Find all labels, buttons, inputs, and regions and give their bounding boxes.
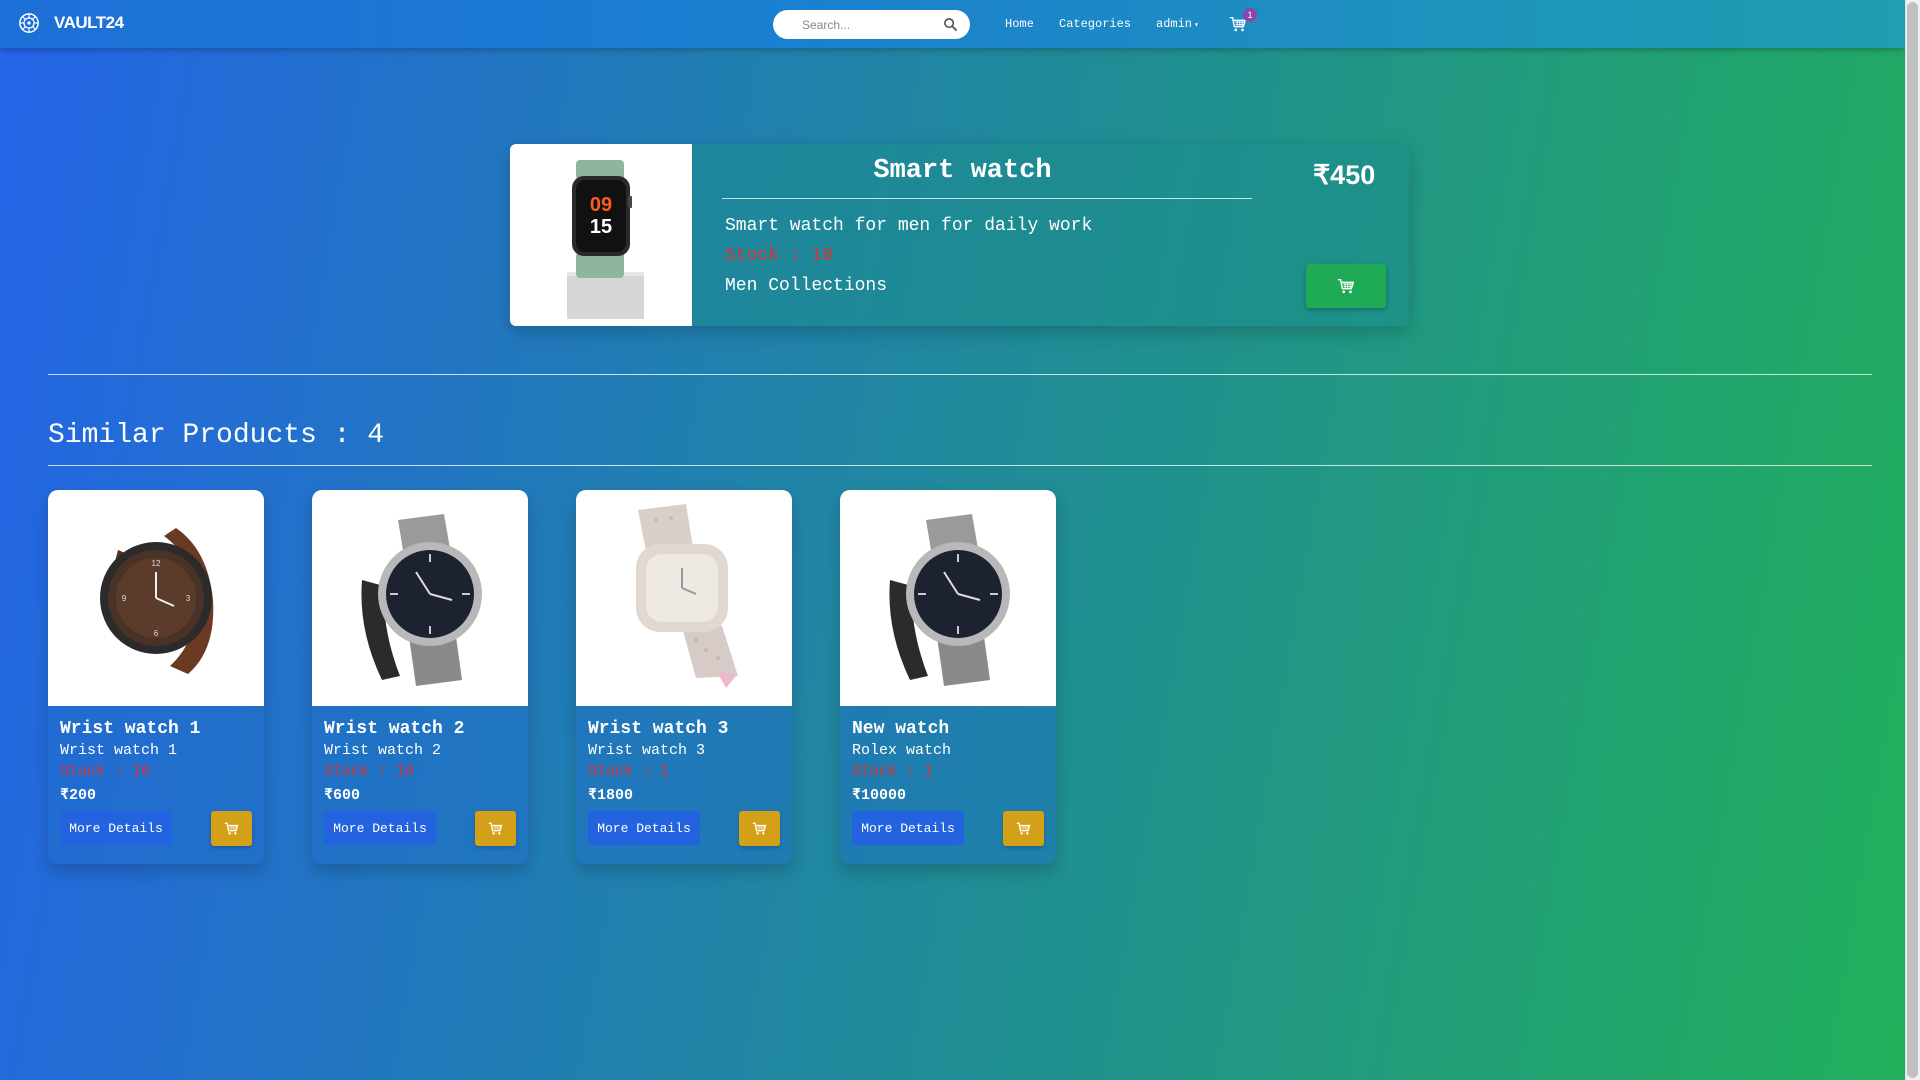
product-card-image xyxy=(576,490,792,706)
add-to-cart-button[interactable] xyxy=(211,811,252,846)
product-card-price: ₹10000 xyxy=(852,787,907,804)
svg-text:6: 6 xyxy=(154,629,159,638)
product-card-price: ₹200 xyxy=(60,787,97,804)
cart-icon xyxy=(752,822,767,835)
page-scrollbar[interactable] xyxy=(1905,0,1920,1080)
product-card-stock: Stock : 10 xyxy=(60,763,151,780)
cart-icon xyxy=(1016,822,1031,835)
add-to-cart-button[interactable] xyxy=(1306,264,1386,308)
product-card-price: ₹1800 xyxy=(588,787,634,804)
more-details-button[interactable]: More Details xyxy=(324,811,436,845)
product-card: Wrist watch 3 Wrist watch 3 Stock : 1 ₹1… xyxy=(576,490,792,864)
nav-admin-dropdown[interactable]: admin ▾ xyxy=(1156,17,1199,31)
product-category: Men Collections xyxy=(725,276,888,296)
cart-icon xyxy=(488,822,503,835)
add-to-cart-button[interactable] xyxy=(475,811,516,846)
product-image: 09 15 xyxy=(510,144,692,326)
nav-home-link[interactable]: Home xyxy=(1005,17,1034,31)
svg-text:3: 3 xyxy=(186,594,191,603)
product-card-price: ₹600 xyxy=(324,787,361,804)
product-card-title: Wrist watch 3 xyxy=(588,719,729,739)
chevron-down-icon: ▾ xyxy=(1194,21,1199,30)
svg-text:9: 9 xyxy=(122,594,127,603)
smart-watch-image: 09 15 xyxy=(567,160,644,319)
search-input[interactable] xyxy=(802,12,952,37)
product-stock: Stock : 10 xyxy=(725,246,834,266)
add-to-cart-button[interactable] xyxy=(739,811,780,846)
product-card-description: Wrist watch 1 xyxy=(60,742,178,759)
product-card-image xyxy=(312,490,528,706)
navbar: VAULT24 Home Categories admin▾ 1 xyxy=(0,0,1905,48)
section-divider xyxy=(48,374,1872,375)
cart-count-badge: 1 xyxy=(1243,8,1257,22)
add-to-cart-button[interactable] xyxy=(1003,811,1044,846)
wrist-watch-image xyxy=(636,504,738,688)
brand-name: VAULT24 xyxy=(54,13,124,32)
search-box xyxy=(773,10,970,39)
similar-products-heading: Similar Products : 4 xyxy=(48,420,385,451)
more-details-button[interactable]: More Details xyxy=(588,811,700,845)
wrist-watch-image xyxy=(361,514,482,686)
svg-text:15: 15 xyxy=(590,216,612,238)
product-card-stock: Stock : 10 xyxy=(324,763,415,780)
product-card-description: Rolex watch xyxy=(852,742,952,759)
brand[interactable]: VAULT24 xyxy=(18,12,124,34)
brand-logo-icon xyxy=(19,13,39,33)
product-card-title: New watch xyxy=(852,719,950,739)
scrollbar-thumb[interactable] xyxy=(1907,2,1918,1078)
product-detail-card: 09 15 Smart watch ₹450 Smart watch for m… xyxy=(510,144,1409,326)
nav-categories-link[interactable]: Categories xyxy=(1059,17,1131,31)
product-card: Wrist watch 2 Wrist watch 2 Stock : 10 ₹… xyxy=(312,490,528,864)
wrist-watch-image xyxy=(889,514,1010,686)
product-price: ₹450 xyxy=(1313,160,1376,190)
cart-icon xyxy=(224,822,239,835)
svg-text:12: 12 xyxy=(152,559,161,568)
product-card-title: Wrist watch 1 xyxy=(60,719,201,739)
product-card-description: Wrist watch 2 xyxy=(324,742,442,759)
search-icon[interactable] xyxy=(943,17,958,32)
more-details-button[interactable]: More Details xyxy=(60,811,172,845)
heading-divider xyxy=(48,465,1872,466)
product-card-stock: Stock : 1 xyxy=(588,763,670,780)
product-card: New watch Rolex watch Stock : 1 ₹10000 M… xyxy=(840,490,1056,864)
product-card: 12 3 6 9 Wrist watch 1 Wrist watch 1 Stock… xyxy=(48,490,264,864)
product-card-title: Wrist watch 2 xyxy=(324,719,465,739)
wrist-watch-image: 12 3 6 9 xyxy=(100,528,214,674)
product-title: Smart watch xyxy=(873,156,1052,186)
svg-text:09: 09 xyxy=(590,194,612,216)
product-card-image xyxy=(840,490,1056,706)
more-details-button[interactable]: More Details xyxy=(852,811,964,845)
title-divider xyxy=(722,198,1252,199)
product-card-stock: Stock : 1 xyxy=(852,763,934,780)
product-card-description: Wrist watch 3 xyxy=(588,742,706,759)
admin-label: admin xyxy=(1156,17,1193,31)
product-card-image: 12 3 6 9 xyxy=(48,490,264,706)
product-description: Smart watch for men for daily work xyxy=(725,216,1093,236)
cart-icon xyxy=(1337,278,1355,294)
